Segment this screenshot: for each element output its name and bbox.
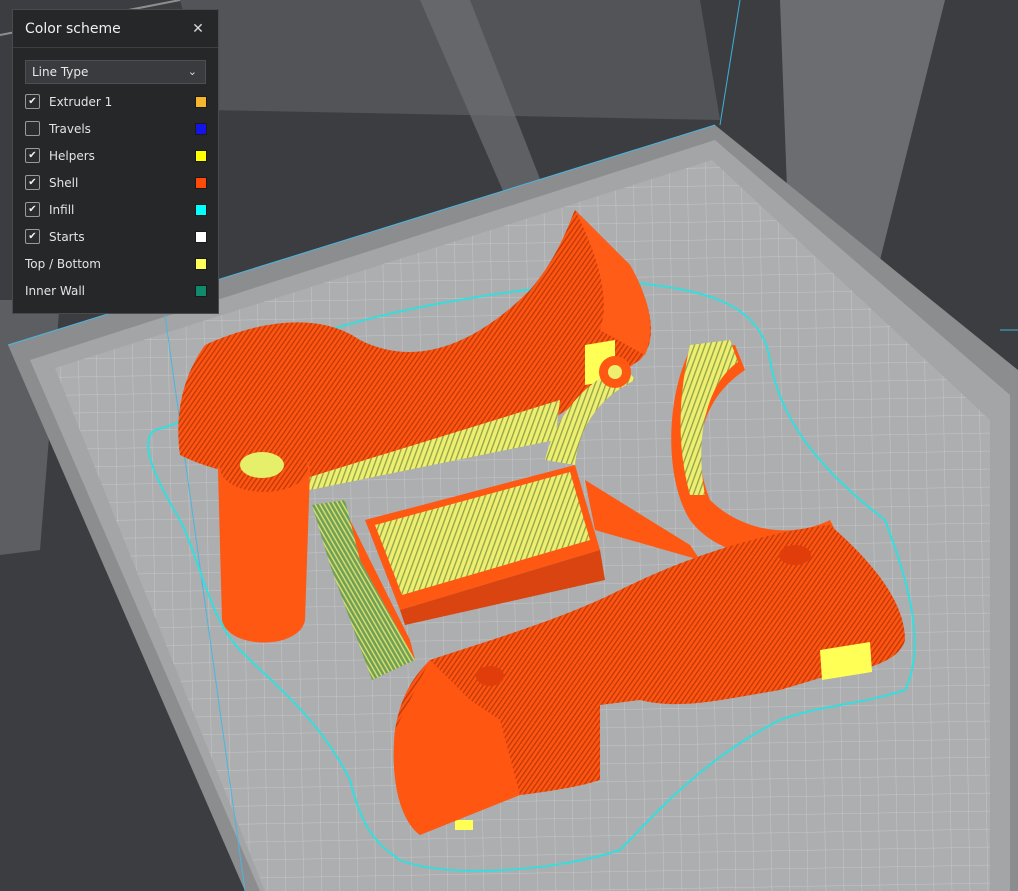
color-swatch	[195, 122, 207, 135]
legend-label: Helpers	[49, 148, 95, 163]
panel-title: Color scheme	[25, 20, 121, 37]
legend-item-starts[interactable]: ✔ Starts	[13, 223, 218, 250]
checkbox[interactable]: ✔	[25, 229, 40, 244]
dropdown-value: Line Type	[32, 65, 89, 79]
legend-item-shell[interactable]: ✔ Shell	[13, 169, 218, 196]
color-swatch	[195, 95, 207, 108]
color-swatch	[195, 149, 207, 162]
chevron-down-icon: ⌄	[187, 64, 197, 78]
color-swatch	[195, 230, 207, 243]
checkbox[interactable]: ✔	[25, 94, 40, 109]
close-icon[interactable]: ✕	[190, 21, 206, 37]
legend-label: Starts	[49, 229, 85, 244]
color-swatch	[195, 284, 207, 297]
color-scheme-panel: Color scheme ✕ Line Type ⌄ ✔ Extruder 1 Tr…	[12, 9, 219, 314]
legend-item-travels[interactable]: Travels	[13, 115, 218, 142]
legend-list: ✔ Extruder 1 Travels ✔ Helpers ✔ Shell ✔ Infill ✔…	[13, 88, 218, 304]
legend-item-infill[interactable]: ✔ Infill	[13, 196, 218, 223]
color-swatch	[195, 176, 207, 189]
line-type-dropdown[interactable]: Line Type ⌄	[25, 60, 206, 84]
panel-header: Color scheme ✕	[13, 10, 218, 48]
color-swatch	[195, 257, 207, 270]
legend-item-helpers[interactable]: ✔ Helpers	[13, 142, 218, 169]
legend-label: Inner Wall	[25, 283, 85, 298]
legend-label: Travels	[49, 121, 91, 136]
part-cylinder	[218, 444, 310, 643]
checkbox[interactable]: ✔	[25, 148, 40, 163]
legend-label: Extruder 1	[49, 94, 113, 109]
legend-item-inner-wall: Inner Wall	[13, 277, 218, 304]
checkbox[interactable]: ✔	[25, 175, 40, 190]
checkbox[interactable]: ✔	[25, 202, 40, 217]
legend-item-top-bottom: Top / Bottom	[13, 250, 218, 277]
checkbox[interactable]	[25, 121, 40, 136]
legend-item-extruder-1[interactable]: ✔ Extruder 1	[13, 88, 218, 115]
legend-label: Shell	[49, 175, 79, 190]
legend-label: Infill	[49, 202, 75, 217]
color-swatch	[195, 203, 207, 216]
legend-label: Top / Bottom	[25, 256, 101, 271]
